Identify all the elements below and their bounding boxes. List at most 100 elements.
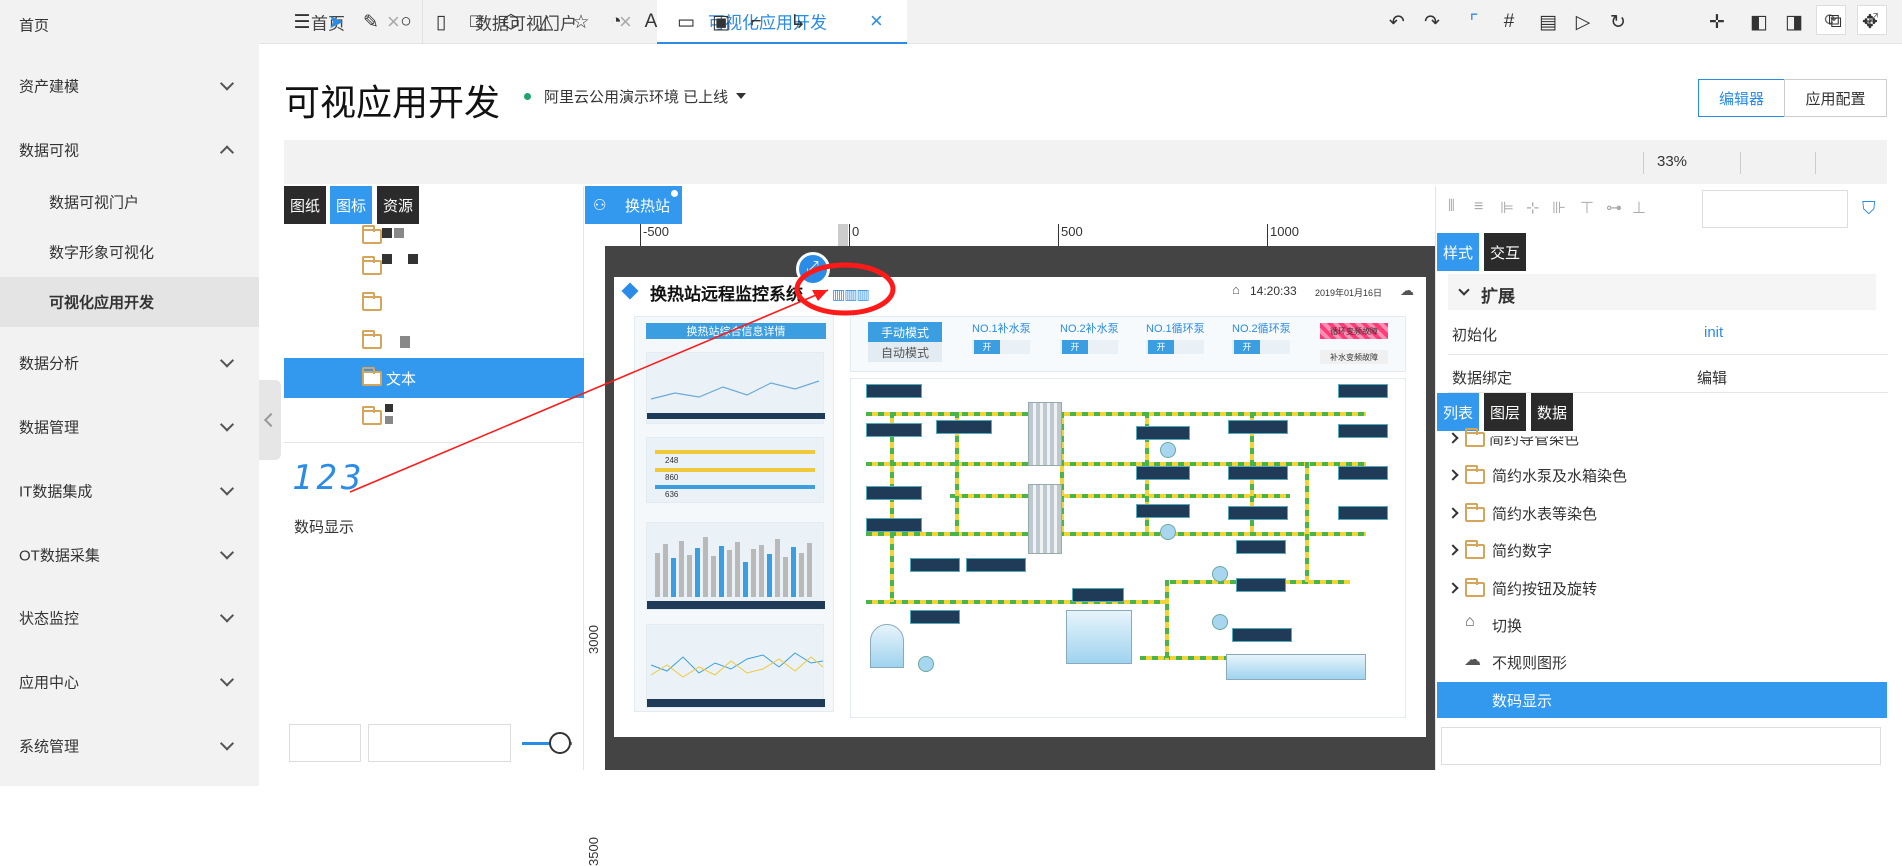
thumbnail xyxy=(394,228,404,238)
align-top-icon[interactable]: ⊤ xyxy=(1580,198,1594,218)
nav-sub-item-digital-image[interactable]: 数字形象可视化 xyxy=(0,227,259,277)
nav-item-data-visual[interactable]: 数据可视 xyxy=(0,125,259,175)
display-icon[interactable]: ▭ xyxy=(673,9,699,35)
circle-icon[interactable]: ○ xyxy=(393,9,419,35)
list-item[interactable]: ⌂ 切换 xyxy=(1437,607,1887,643)
move-icon[interactable]: ✥ xyxy=(1857,9,1883,35)
list-item-folder[interactable]: 简约数字 xyxy=(1437,532,1887,568)
list-item-digital-display[interactable]: 数码显示 xyxy=(1437,682,1887,718)
save-icon[interactable]: ▤ xyxy=(1535,9,1561,35)
tree-item-text[interactable]: 文本 xyxy=(284,358,584,398)
app-config-button[interactable]: 应用配置 xyxy=(1784,79,1887,117)
prop-value-data-binding[interactable]: 编辑 xyxy=(1697,367,1727,388)
align-left-edge-icon[interactable]: ⫴ xyxy=(1448,198,1455,216)
text-icon[interactable]: A xyxy=(638,9,664,35)
sidebar-collapse-handle[interactable] xyxy=(259,380,281,460)
star-icon[interactable]: ☆ xyxy=(568,9,594,35)
grid-icon[interactable]: # xyxy=(1496,9,1522,35)
filter-icon[interactable]: ⛉ xyxy=(1862,198,1876,219)
nav-label: 数据可视 xyxy=(19,142,80,160)
digital-display-element[interactable]: ▥▥▥ xyxy=(832,286,870,303)
zoom-level[interactable]: 33% xyxy=(1657,153,1687,170)
caret-down-icon[interactable] xyxy=(736,93,746,99)
tree-item[interactable] xyxy=(284,322,584,362)
hexagon-icon[interactable]: ⬡ xyxy=(498,9,524,35)
pen-icon[interactable]: ✎ xyxy=(358,9,384,35)
list-filter-input[interactable] xyxy=(1441,727,1881,765)
rectangle-icon[interactable]: □ xyxy=(463,9,489,35)
scene-tab[interactable]: ⚇ 换热站 xyxy=(585,186,682,224)
list-item-folder[interactable]: 简约水泵及水箱染色 xyxy=(1437,457,1887,493)
search-input[interactable] xyxy=(1702,190,1848,228)
nav-item-it-integration[interactable]: IT数据集成 xyxy=(0,466,259,516)
right-panel-icon[interactable]: ◨ xyxy=(1781,9,1807,35)
redo-icon[interactable]: ↷ xyxy=(1419,9,1445,35)
left-panel-icon[interactable]: ◧ xyxy=(1746,9,1772,35)
scene-tab-label: 换热站 xyxy=(625,197,671,215)
align-bottom-icon[interactable]: ⊥ xyxy=(1632,198,1646,218)
display-group-icon[interactable]: ▣ xyxy=(708,9,734,35)
center-icon[interactable]: ✛ xyxy=(1704,9,1730,35)
drawing-toolbar xyxy=(284,140,1887,184)
pump-switch[interactable] xyxy=(1146,340,1204,354)
tab-style[interactable]: 样式 xyxy=(1437,233,1480,271)
align-center-icon[interactable]: ⊹ xyxy=(1526,198,1539,218)
size-input[interactable] xyxy=(368,724,511,762)
nav-sub-item-portal[interactable]: 数据可视门户 xyxy=(0,177,259,227)
list-item-label: 简约按钮及旋转 xyxy=(1492,581,1598,598)
play-icon[interactable]: ▷ xyxy=(1570,9,1596,35)
comparison-line-chart xyxy=(646,624,825,708)
list-item[interactable]: ☁ 不规则图形 xyxy=(1437,644,1887,680)
nav-sub-item-app-dev[interactable]: 可视化应用开发 xyxy=(0,277,259,327)
prop-value-init[interactable]: init xyxy=(1704,324,1723,341)
list-item-folder[interactable]: 简约按钮及旋转 xyxy=(1437,570,1887,606)
manual-mode-button[interactable]: 手动模式 xyxy=(868,322,942,342)
pump-label: NO.1循环泵 xyxy=(1146,323,1205,335)
menu-icon[interactable]: ☰ xyxy=(289,9,315,35)
pump-switch[interactable] xyxy=(1232,340,1290,354)
connector-icon[interactable]: ⌐ xyxy=(743,9,769,35)
align-h-center-icon[interactable]: ≡ xyxy=(1474,198,1483,216)
nav-item-data-management[interactable]: 数据管理 xyxy=(0,402,259,452)
width-input[interactable] xyxy=(289,724,361,762)
tree-item[interactable] xyxy=(284,284,584,324)
close-icon[interactable]: × xyxy=(870,10,883,32)
nav-home[interactable]: 首页 xyxy=(0,0,259,50)
align-left-icon[interactable]: ⊫ xyxy=(1500,198,1514,218)
selection-handle-icon[interactable]: ⤢ xyxy=(796,252,830,286)
tree-item[interactable] xyxy=(284,248,584,288)
pump-switch[interactable] xyxy=(972,340,1030,354)
snap-icon[interactable]: ⌜ xyxy=(1461,9,1487,35)
pointer-icon[interactable]: ➤ xyxy=(323,9,349,35)
reload-icon[interactable]: ↻ xyxy=(1605,9,1631,35)
editor-button[interactable]: 编辑器 xyxy=(1698,79,1785,117)
list-item-label: 简约导管染色 xyxy=(1489,431,1580,448)
elbow-line-icon[interactable]: ↳ xyxy=(785,9,811,35)
pump-switch[interactable] xyxy=(1060,340,1118,354)
environment-selector[interactable]: 阿里云公用演示环境 已上线 xyxy=(522,86,728,107)
network-icon: ⚇ xyxy=(593,197,607,214)
undo-icon[interactable]: ↶ xyxy=(1384,9,1410,35)
nav-item-data-analysis[interactable]: 数据分析 xyxy=(0,338,259,388)
tree-item[interactable] xyxy=(284,398,584,438)
nav-item-status-monitor[interactable]: 状态监控 xyxy=(0,593,259,643)
list-item-folder[interactable]: 简约导管染色 xyxy=(1437,420,1887,456)
size-slider-knob[interactable] xyxy=(549,732,571,754)
folder-icon xyxy=(1465,503,1485,522)
align-right-icon[interactable]: ⊪ xyxy=(1552,198,1566,218)
align-middle-icon[interactable]: ⊶ xyxy=(1606,198,1622,218)
bar xyxy=(655,553,660,597)
nav-item-app-center[interactable]: 应用中心 xyxy=(0,657,259,707)
arc-icon[interactable]: ◔ xyxy=(603,9,629,35)
nav-item-ot-collection[interactable]: OT数据采集 xyxy=(0,530,259,580)
nav-item-asset-modeling[interactable]: 资产建模 xyxy=(0,61,259,111)
digital-display-widget-icon[interactable]: 123 xyxy=(292,458,365,498)
triangle-icon[interactable]: △ xyxy=(533,9,559,35)
bar xyxy=(799,552,804,597)
nav-item-system-management[interactable]: 系统管理 xyxy=(0,721,259,771)
tab-interaction[interactable]: 交互 xyxy=(1484,233,1527,271)
window-icon[interactable]: ⧉ xyxy=(1822,9,1848,35)
rounded-rect-icon[interactable]: ▯ xyxy=(428,9,454,35)
list-item-folder[interactable]: 简约水表等染色 xyxy=(1437,495,1887,531)
auto-mode-button[interactable]: 自动模式 xyxy=(868,342,942,362)
